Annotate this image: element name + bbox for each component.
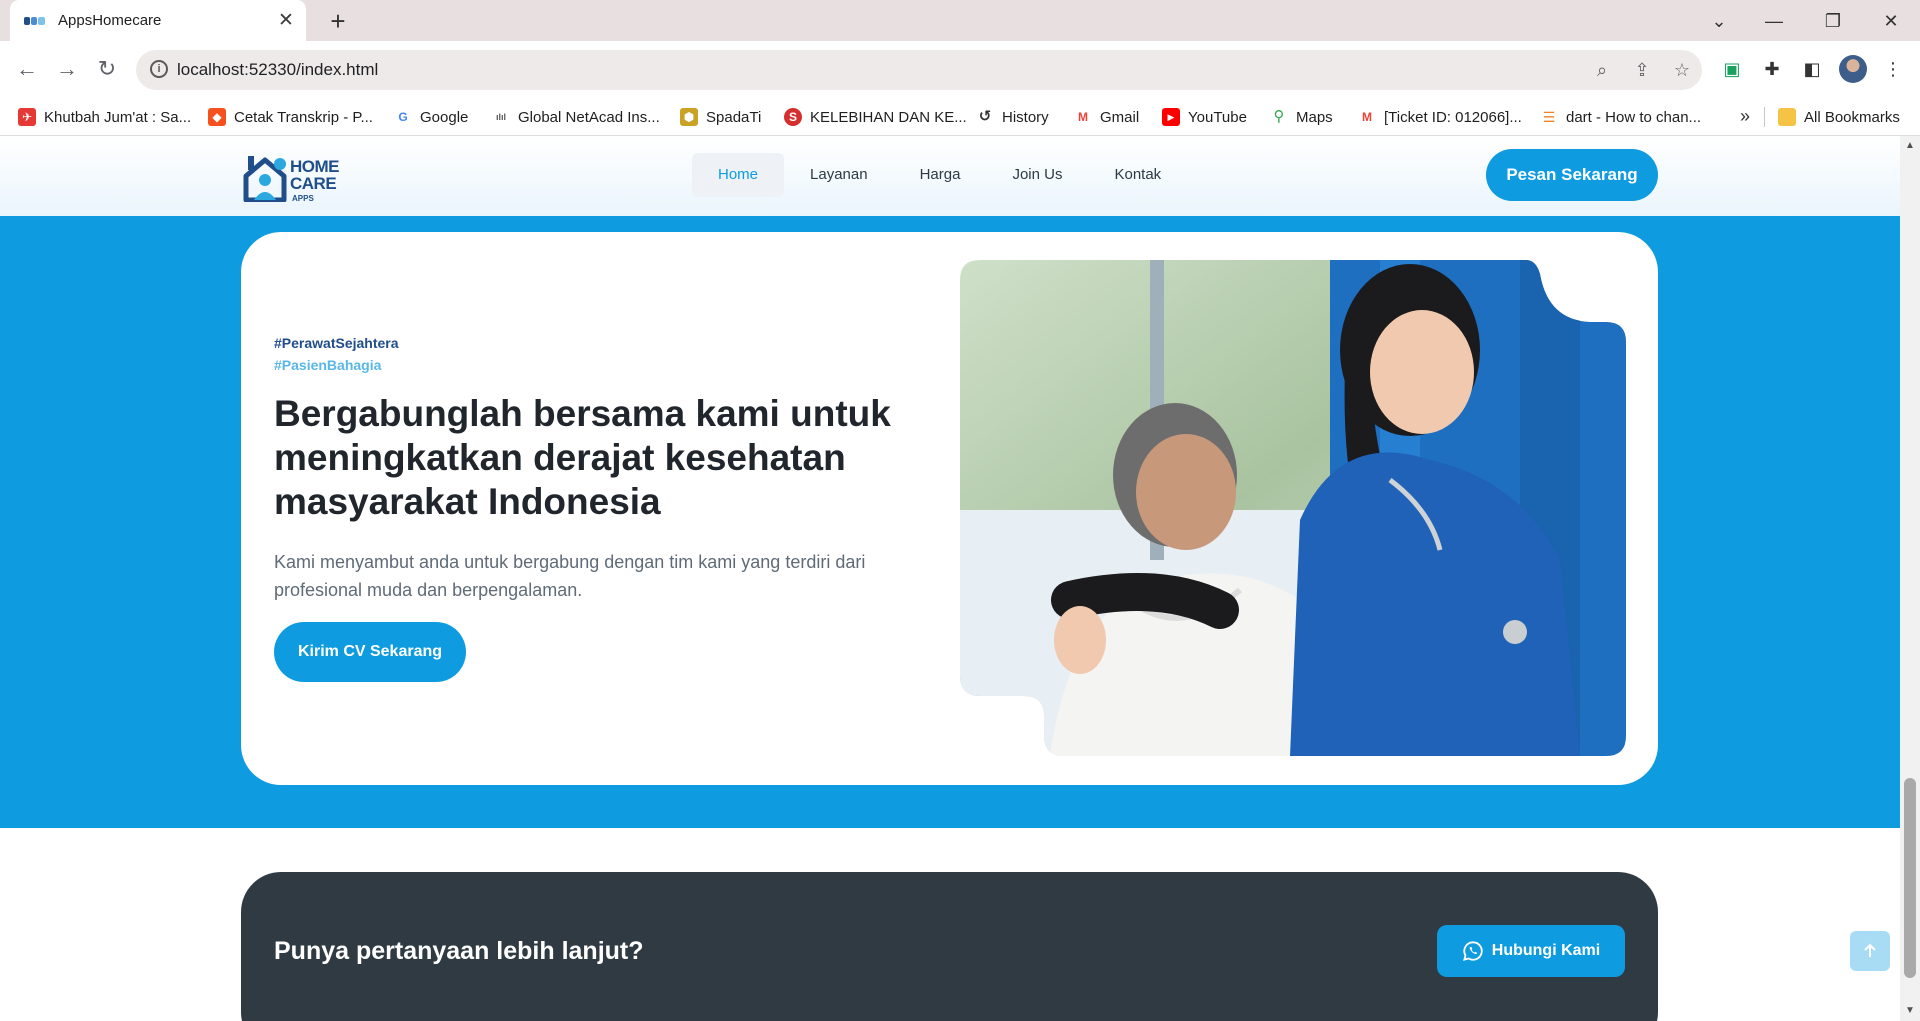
address-url[interactable]: localhost:52330/index.html <box>177 60 378 80</box>
google-icon: G <box>394 108 412 126</box>
hubungi-kami-button[interactable]: Hubungi Kami <box>1437 925 1625 977</box>
browser-toolbar: ← → ↻ i localhost:52330/index.html ⌕ ⇪ ☆… <box>0 41 1920 98</box>
bookmark-item[interactable]: ▶ YouTube <box>1162 107 1247 127</box>
bookmark-item[interactable]: ◆ Cetak Transkrip - P... <box>208 107 373 127</box>
contact-cta-card: Punya pertanyaan lebih lanjut? Hubungi K… <box>241 872 1658 1021</box>
history-icon: ↺ <box>976 108 994 126</box>
hero-title: Bergabunglah bersama kami untuk meningka… <box>274 393 891 522</box>
bookmark-item[interactable]: ⚲ Maps <box>1270 107 1333 127</box>
bookmark-item[interactable]: M Gmail <box>1074 107 1139 127</box>
scroll-down-icon[interactable]: ▼ <box>1904 1005 1916 1017</box>
bookmark-item[interactable]: ☰ dart - How to chan... <box>1540 107 1701 127</box>
bookmark-item[interactable]: ✈ Khutbah Jum'at : Sa... <box>18 107 191 127</box>
nav-home[interactable]: Home <box>692 153 785 197</box>
bookmark-item[interactable]: ⬢ SpadaTi <box>680 107 761 127</box>
bookmark-item[interactable]: ılıl Global NetAcad Ins... <box>492 107 660 127</box>
bookmark-item[interactable]: M [Ticket ID: 012066]... <box>1358 107 1522 127</box>
hashtag-perawat: #PerawatSejahtera <box>274 335 399 351</box>
tab-search-icon[interactable]: ⌄ <box>1704 6 1734 36</box>
homecare-logo[interactable]: HOME CARE APPS <box>242 154 352 203</box>
browser-tab[interactable]: AppsHomecare ✕ <box>10 0 306 41</box>
nav-harga[interactable]: Harga <box>894 153 987 197</box>
whatsapp-icon <box>1462 941 1483 961</box>
site-header: HOME CARE APPS Home Layanan Harga Join U… <box>0 136 1900 216</box>
cisco-icon: ılıl <box>492 108 510 126</box>
kirim-cv-button[interactable]: Kirim CV Sekarang <box>274 622 466 682</box>
scrollbar-thumb[interactable] <box>1904 778 1916 978</box>
nav-kontak[interactable]: Kontak <box>1088 153 1187 197</box>
youtube-icon: ▶ <box>1162 108 1180 126</box>
nurse-patient-photo <box>960 260 1626 756</box>
stackoverflow-icon: ☰ <box>1540 108 1558 126</box>
folder-icon <box>1778 108 1796 126</box>
share-icon[interactable]: ⇪ <box>1630 58 1654 82</box>
red-square-icon: ◆ <box>208 108 226 126</box>
page-viewport: HOME CARE APPS Home Layanan Harga Join U… <box>0 136 1900 1021</box>
logo-wordmark: HOME CARE <box>290 157 340 193</box>
extension-recorder-icon[interactable]: ▣ <box>1719 56 1745 82</box>
bookmarks-overflow-icon[interactable]: » <box>1740 106 1750 127</box>
bookmark-star-icon[interactable]: ☆ <box>1670 58 1694 82</box>
faq-title: Punya pertanyaan lebih lanjut? <box>274 937 644 965</box>
bookmarks-separator <box>1764 107 1765 127</box>
reload-icon[interactable]: ↻ <box>91 53 123 85</box>
homecare-favicon-icon <box>24 15 46 27</box>
site-info-icon[interactable]: i <box>150 60 168 78</box>
plane-icon: ✈ <box>18 108 36 126</box>
address-bar[interactable]: i localhost:52330/index.html ⌕ ⇪ ☆ <box>136 50 1702 90</box>
hashtag-pasien: #PasienBahagia <box>274 357 382 373</box>
back-arrow-icon[interactable]: ← <box>11 53 43 85</box>
menu-kebab-icon[interactable]: ⋮ <box>1880 56 1906 82</box>
scroll-up-icon[interactable]: ▲ <box>1904 140 1916 152</box>
browser-tab-bar: AppsHomecare ✕ + ⌄ — ❐ ✕ <box>0 0 1920 41</box>
house-logo-icon <box>243 156 287 202</box>
logo-apps-label: APPS <box>292 194 314 203</box>
arrow-up-icon <box>1864 943 1876 957</box>
bookmark-item[interactable]: ↺ History <box>976 107 1049 127</box>
page-scrollbar[interactable]: ▲ ▼ <box>1900 136 1920 1021</box>
join-us-card: #PerawatSejahtera #PasienBahagia Bergabu… <box>241 232 1658 785</box>
gmail-icon: M <box>1358 108 1376 126</box>
nav-layanan[interactable]: Layanan <box>784 153 894 197</box>
back-to-top-button[interactable] <box>1850 931 1890 971</box>
nav-join-us[interactable]: Join Us <box>986 153 1088 197</box>
spada-icon: ⬢ <box>680 108 698 126</box>
tab-title: AppsHomecare <box>58 12 162 29</box>
tab-close-icon[interactable]: ✕ <box>276 11 296 31</box>
bookmark-item[interactable]: S KELEBIHAN DAN KE... <box>784 107 967 127</box>
hero-description: Kami menyambut anda untuk bergabung deng… <box>274 552 866 600</box>
zoom-icon[interactable]: ⌕ <box>1590 58 1614 82</box>
side-panel-icon[interactable]: ◧ <box>1799 56 1825 82</box>
gmail-icon: M <box>1074 108 1092 126</box>
new-tab-button[interactable]: + <box>324 7 352 35</box>
s-icon: S <box>784 108 802 126</box>
minimize-icon[interactable]: — <box>1759 6 1789 36</box>
bookmarks-bar: ✈ Khutbah Jum'at : Sa... ◆ Cetak Transkrip… <box>0 98 1920 136</box>
restore-icon[interactable]: ❐ <box>1818 6 1848 36</box>
all-bookmarks[interactable]: All Bookmarks <box>1778 107 1900 127</box>
bookmark-item[interactable]: G Google <box>394 107 468 127</box>
forward-arrow-icon[interactable]: → <box>51 53 83 85</box>
profile-avatar[interactable] <box>1839 55 1867 83</box>
maps-icon: ⚲ <box>1270 108 1288 126</box>
main-nav: Home Layanan Harga Join Us Kontak <box>692 153 1187 197</box>
window-close-icon[interactable]: ✕ <box>1876 6 1906 36</box>
extensions-puzzle-icon[interactable]: ✚ <box>1759 56 1785 82</box>
pesan-sekarang-button[interactable]: Pesan Sekarang <box>1486 149 1658 201</box>
